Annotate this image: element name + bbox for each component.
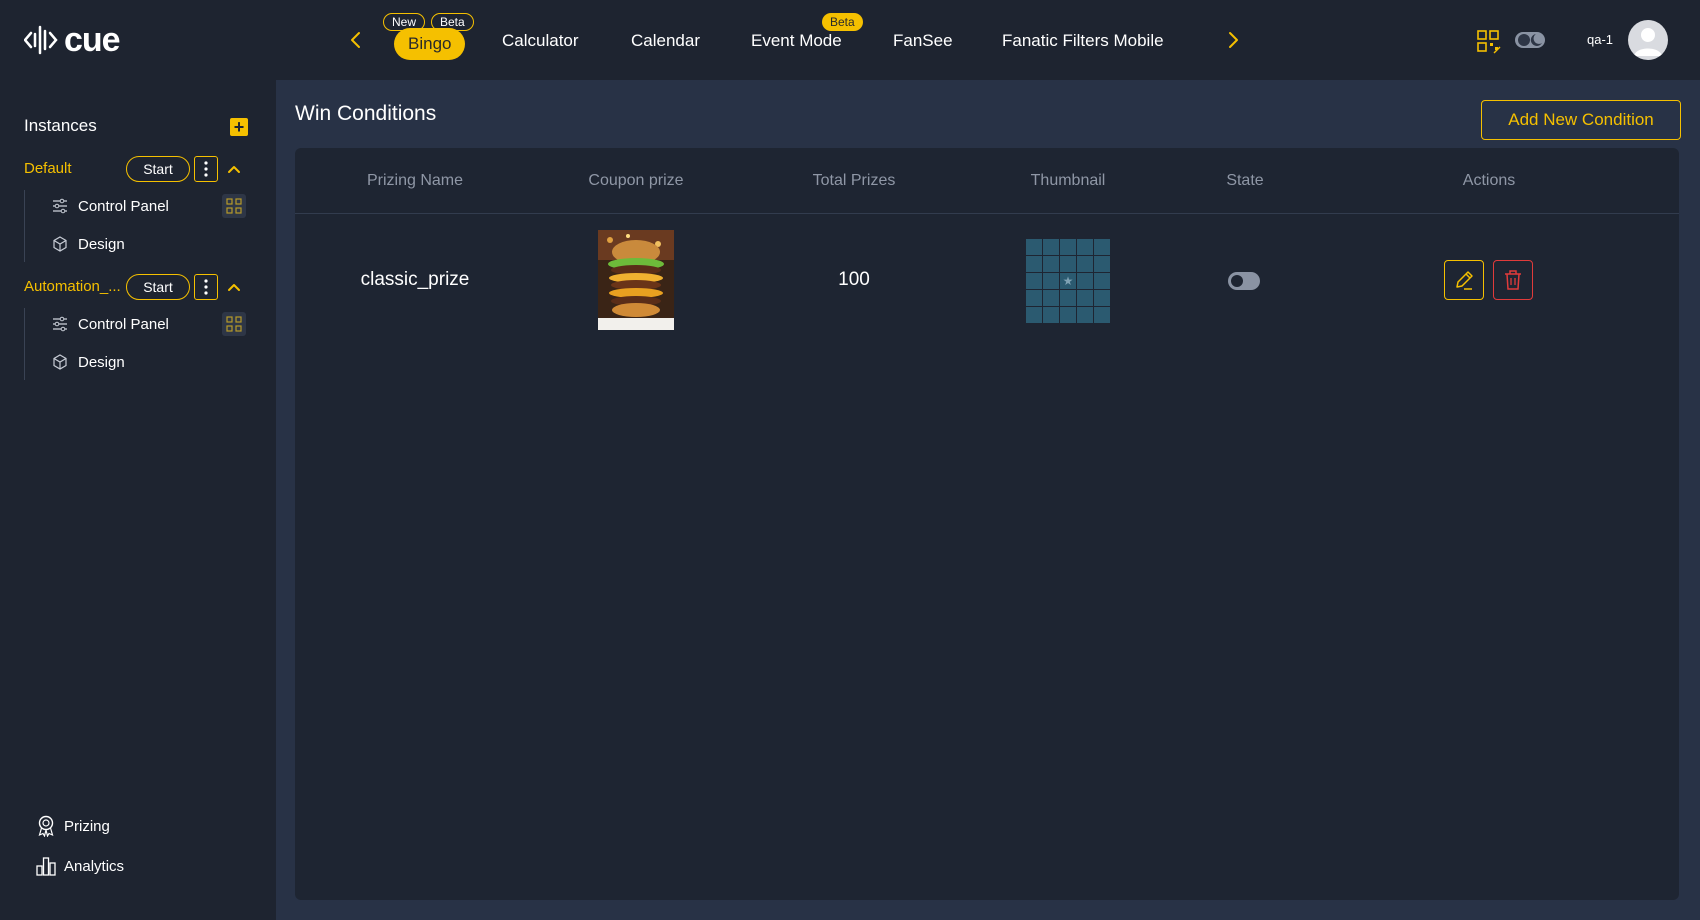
tree-item-control-panel[interactable]: Control Panel [52,194,169,218]
bingo-grid-icon: ★ [1026,239,1110,323]
moon-toggle-icon [1515,32,1545,48]
sliders-icon [53,316,67,332]
user-name: qa-1 [1587,32,1614,47]
start-button[interactable]: Start [126,274,190,300]
qr-code-icon[interactable] [1476,29,1502,55]
nav-item-fanatic-filters-mobile[interactable]: Fanatic Filters Mobile [1002,26,1164,56]
state-toggle[interactable] [1228,272,1260,290]
chevron-right-icon [1229,32,1238,48]
chevron-up-icon [228,166,240,173]
logo-text: cue [64,21,121,59]
tree-item-label: Design [78,235,125,253]
collapse-button[interactable] [224,159,244,179]
star-icon: ★ [1060,273,1076,289]
header-coupon-prize: Coupon prize [588,172,684,189]
tree-item-label: Control Panel [78,315,169,333]
nav-item-bingo[interactable]: Bingo [394,28,466,60]
instance-name[interactable]: Default [24,160,72,177]
cell-prizing-name: classic_prize [360,269,470,290]
sidebar: Instances + Default Start Control Panel … [0,80,276,920]
delete-button[interactable] [1493,260,1533,300]
burger-image [598,230,674,330]
sidebar-link-prizing[interactable]: Prizing [36,814,110,838]
theme-toggle[interactable] [1514,29,1546,51]
header-actions: Actions [1462,172,1516,189]
qr-code-button[interactable] [222,194,246,218]
tree-line [24,308,25,380]
header-state: State [1226,172,1264,189]
instance-row-automation: Automation_... Start [24,274,254,300]
sliders-icon [53,198,67,214]
header-prizing-name: Prizing Name [366,172,464,189]
qr-code-icon [226,316,242,332]
sidebar-link-analytics[interactable]: Analytics [36,854,124,878]
kebab-icon [204,279,208,295]
collapse-button[interactable] [224,277,244,297]
start-button[interactable]: Start [126,156,190,182]
sidebar-link-label: Prizing [64,817,110,835]
instance-menu-button[interactable] [194,274,218,300]
bar-chart-icon [36,857,56,876]
table-header: Prizing Name Coupon prize Total Prizes T… [295,148,1679,214]
add-new-condition-button[interactable]: Add New Condition [1481,100,1681,140]
cue-logo-icon [24,25,58,55]
instance-name[interactable]: Automation_... [24,278,121,295]
award-icon [38,815,54,837]
sidebar-link-label: Analytics [64,857,125,875]
chevron-left-icon [351,32,360,48]
qr-code-button[interactable] [222,312,246,336]
nav-item-event-mode[interactable]: Event Mode [751,26,842,56]
instance-menu-button[interactable] [194,156,218,182]
trash-icon [1505,270,1521,290]
nav-item-calculator[interactable]: Calculator [502,26,579,56]
tree-item-label: Control Panel [78,197,169,215]
plus-icon: + [233,117,245,137]
main-content: Win Conditions Add New Condition Prizing… [276,80,1700,920]
user-icon [1634,28,1662,56]
header-thumbnail: Thumbnail [1030,172,1106,189]
edit-button[interactable] [1444,260,1484,300]
cell-total-prizes: 100 [838,269,870,290]
top-bar: cue New Beta Bingo Calculator Calendar B… [0,0,1700,80]
pencil-icon [1456,271,1473,290]
nav-prev-button[interactable] [344,28,368,52]
tree-item-label: Design [78,353,125,371]
tree-item-control-panel[interactable]: Control Panel [52,312,169,336]
nav-next-button[interactable] [1221,28,1245,52]
chevron-up-icon [228,284,240,291]
cube-icon [53,354,67,370]
avatar[interactable] [1628,20,1668,60]
cube-icon [53,236,67,252]
nav-item-calendar[interactable]: Calendar [631,26,700,56]
instances-title: Instances [24,116,97,135]
instance-row-default: Default Start [24,156,254,182]
tree-item-design[interactable]: Design [52,350,125,374]
header-total-prizes: Total Prizes [812,172,896,189]
cue-logo[interactable]: cue [24,21,121,59]
tree-line [24,190,25,262]
add-instance-button[interactable]: + [230,118,248,136]
page-title: Win Conditions [295,102,437,125]
win-conditions-table: Prizing Name Coupon prize Total Prizes T… [295,148,1679,900]
nav-item-fansee[interactable]: FanSee [893,26,953,56]
kebab-icon [204,161,208,177]
qr-code-icon [226,198,242,214]
tree-item-design[interactable]: Design [52,232,125,256]
